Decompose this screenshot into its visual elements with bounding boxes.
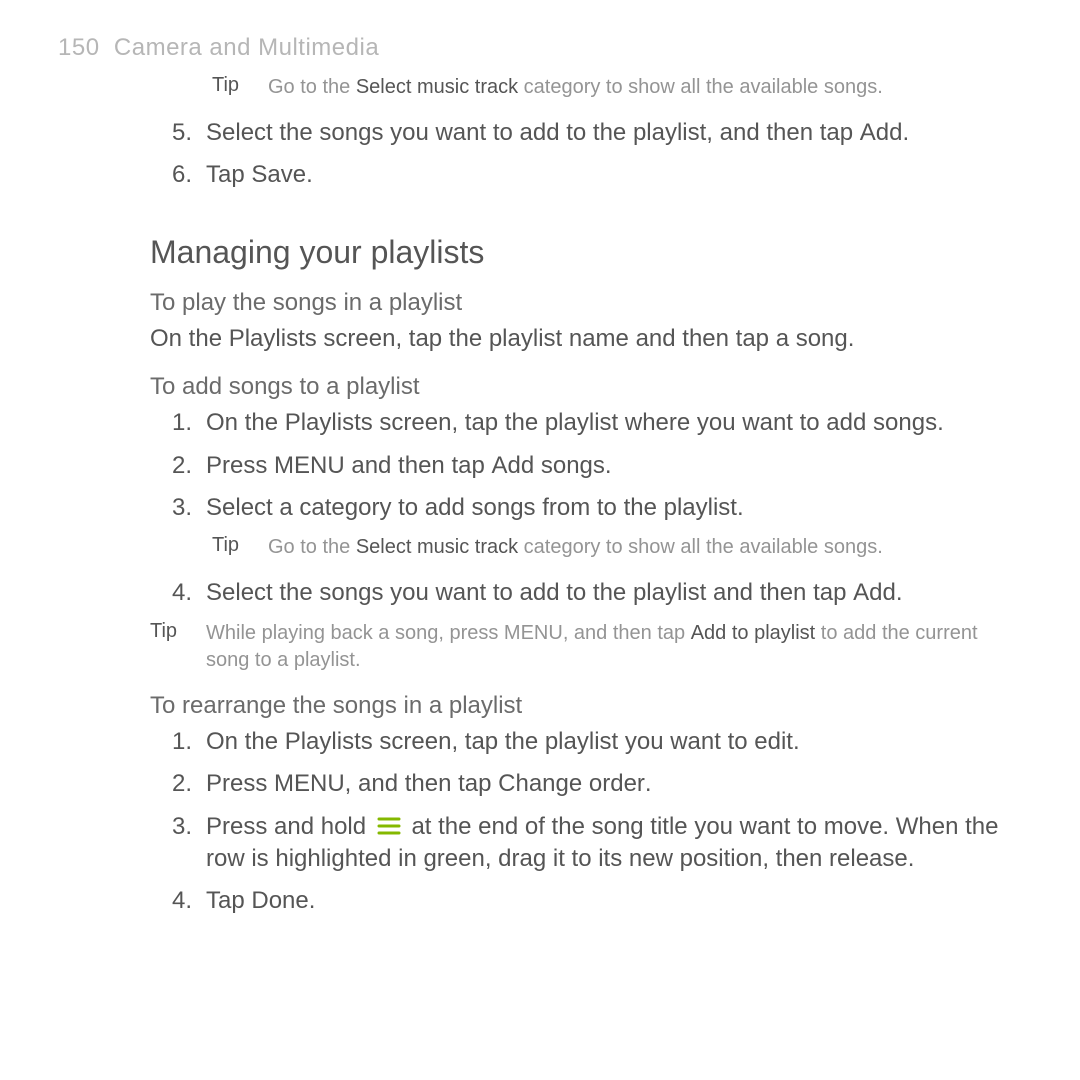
list-number: 1. [150, 407, 206, 439]
list-item: 4. Select the songs you want to add to t… [150, 577, 1022, 609]
list-number: 3. [150, 811, 206, 876]
text-strong: Add songs [491, 452, 604, 479]
list-number: 2. [150, 768, 206, 800]
tip-text: Go to the Select music track category to… [268, 534, 1022, 561]
tip-note: Tip Go to the Select music track categor… [212, 74, 1022, 101]
tip-text: Go to the Select music track category to… [268, 74, 1022, 101]
list-item: 3. Select a category to add songs from t… [150, 492, 1022, 524]
list-text: Press and hold at the end of the song ti… [206, 811, 1022, 876]
text: Go to the [268, 536, 356, 558]
tip-label: Tip [212, 534, 268, 561]
text: Tap [206, 161, 251, 188]
list-item: 6. Tap Save. [150, 159, 1022, 191]
text: While playing back a song, press MENU, a… [206, 622, 691, 644]
list-text: Select the songs you want to add to the … [206, 117, 1022, 149]
tip-label: Tip [150, 620, 206, 674]
list-item: 1. On the Playlists screen, tap the play… [150, 407, 1022, 439]
document-page: 150 Camera and Multimedia Tip Go to the … [0, 0, 1080, 968]
text: . [309, 887, 316, 914]
tip-label: Tip [212, 74, 268, 101]
list-item: 5. Select the songs you want to add to t… [150, 117, 1022, 149]
text: Go to the [268, 76, 356, 98]
tip-note: Tip While playing back a song, press MEN… [150, 620, 1022, 674]
list-number: 2. [150, 450, 206, 482]
tip-text: While playing back a song, press MENU, a… [206, 620, 1022, 674]
text-strong: Add to playlist [691, 622, 816, 644]
text-strong: Select music track [356, 536, 518, 558]
text: Press MENU and then tap [206, 452, 491, 479]
page-header: 150 Camera and Multimedia [58, 34, 1022, 62]
list-number: 6. [150, 159, 206, 191]
heading-3: To rearrange the songs in a playlist [150, 692, 1022, 720]
text-strong: Done [251, 887, 308, 914]
list-item: 1. On the Playlists screen, tap the play… [150, 726, 1022, 758]
list-text: Tap Done. [206, 885, 1022, 917]
list-number: 3. [150, 492, 206, 524]
heading-2: Managing your playlists [150, 234, 1022, 271]
section-title: Camera and Multimedia [114, 34, 379, 61]
text: Select the songs you want to add to the … [206, 579, 853, 606]
text-strong: Change order [498, 770, 645, 797]
text: category to show all the available songs… [518, 76, 883, 98]
text: . [896, 579, 903, 606]
list-text: On the Playlists screen, tap the playlis… [206, 726, 1022, 758]
text: category to show all the available songs… [518, 536, 883, 558]
list-item: 2. Press MENU, and then tap Change order… [150, 768, 1022, 800]
heading-3: To play the songs in a playlist [150, 289, 1022, 317]
text: Select the songs you want to add to the … [206, 119, 860, 146]
text: . [645, 770, 652, 797]
paragraph: On the Playlists screen, tap the playlis… [150, 323, 1022, 355]
heading-3: To add songs to a playlist [150, 373, 1022, 401]
page-number: 150 [58, 34, 100, 61]
list-text: Press MENU, and then tap Change order. [206, 768, 1022, 800]
ordered-list: 1. On the Playlists screen, tap the play… [150, 726, 1022, 918]
list-text: Select a category to add songs from to t… [206, 492, 1022, 524]
ordered-list: 4. Select the songs you want to add to t… [150, 577, 1022, 609]
list-text: Tap Save. [206, 159, 1022, 191]
text: . [605, 452, 612, 479]
text-strong: Add [860, 119, 903, 146]
list-text: Select the songs you want to add to the … [206, 577, 1022, 609]
list-item: 4. Tap Done. [150, 885, 1022, 917]
ordered-list: 5. Select the songs you want to add to t… [150, 117, 1022, 192]
text-strong: Add [853, 579, 896, 606]
list-number: 4. [150, 885, 206, 917]
text: Press and hold [206, 813, 373, 840]
text: Press MENU, and then tap [206, 770, 498, 797]
list-number: 1. [150, 726, 206, 758]
text: . [306, 161, 313, 188]
list-number: 5. [150, 117, 206, 149]
list-text: Press MENU and then tap Add songs. [206, 450, 1022, 482]
list-item: 3. Press and hold at the end of the song… [150, 811, 1022, 876]
text: . [902, 119, 909, 146]
drag-handle-icon [377, 816, 401, 836]
list-number: 4. [150, 577, 206, 609]
text-strong: Save [251, 161, 306, 188]
list-text: On the Playlists screen, tap the playlis… [206, 407, 1022, 439]
text: Tap [206, 887, 251, 914]
tip-note: Tip Go to the Select music track categor… [212, 534, 1022, 561]
ordered-list: 1. On the Playlists screen, tap the play… [150, 407, 1022, 524]
page-content: Tip Go to the Select music track categor… [150, 74, 1022, 918]
text-strong: Select music track [356, 76, 518, 98]
list-item: 2. Press MENU and then tap Add songs. [150, 450, 1022, 482]
